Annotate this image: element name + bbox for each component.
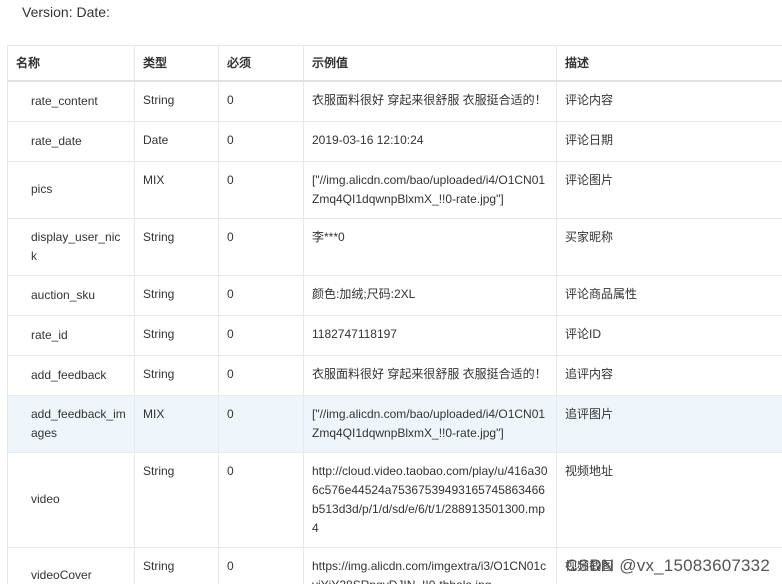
- cell-name: videoCover: [7, 546, 135, 584]
- cell-name: display_user_nick: [7, 217, 135, 276]
- cell-name: auction_sku: [7, 274, 135, 316]
- cell-required: 0: [218, 160, 304, 219]
- cell-description: 买家昵称: [556, 217, 782, 276]
- api-field-table: 名称 类型 必须 示例值 描述 rate_content String 0 衣服…: [7, 45, 782, 584]
- cell-description: 追评内容: [556, 354, 782, 396]
- cell-type: String: [134, 274, 219, 316]
- cell-description: 视频地址: [556, 451, 782, 548]
- cell-name: add_feedback_images: [7, 394, 135, 453]
- cell-type: String: [134, 451, 219, 548]
- cell-required: 0: [218, 394, 304, 453]
- cell-required: 0: [218, 451, 304, 548]
- cell-example: 2019-03-16 12:10:24: [303, 120, 557, 162]
- cell-required: 0: [218, 217, 304, 276]
- cell-required: 0: [218, 80, 304, 122]
- csdn-watermark: CSDN @vx_15083607332: [565, 556, 770, 575]
- cell-type: String: [134, 217, 219, 276]
- cell-description: 评论日期: [556, 120, 782, 162]
- cell-name: pics: [7, 160, 135, 219]
- cell-type: String: [134, 314, 219, 356]
- cell-example: 1182747118197: [303, 314, 557, 356]
- cell-example: 颜色:加绒;尺码:2XL: [303, 274, 557, 316]
- cell-name: rate_date: [7, 120, 135, 162]
- cell-description: 评论内容: [556, 80, 782, 122]
- table-row: rate_date Date 0 2019-03-16 12:10:24 评论日…: [7, 120, 782, 162]
- cell-description: 追评图片: [556, 394, 782, 453]
- cell-example: https://img.alicdn.com/imgextra/i3/O1CN0…: [303, 546, 557, 584]
- cell-example: ["//img.alicdn.com/bao/uploaded/i4/O1CN0…: [303, 394, 557, 453]
- table-row: auction_sku String 0 颜色:加绒;尺码:2XL 评论商品属性: [7, 274, 782, 316]
- cell-description: 评论图片: [556, 160, 782, 219]
- cell-type: Date: [134, 120, 219, 162]
- header-description: 描述: [556, 45, 782, 82]
- header-required: 必须: [218, 45, 304, 82]
- header-example: 示例值: [303, 45, 557, 82]
- table-row: pics MIX 0 ["//img.alicdn.com/bao/upload…: [7, 160, 782, 219]
- cell-required: 0: [218, 314, 304, 356]
- cell-example: 衣服面料很好 穿起来很舒服 衣服挺合适的！: [303, 80, 557, 122]
- cell-required: 0: [218, 120, 304, 162]
- cell-description: 评论商品属性: [556, 274, 782, 316]
- table-row: display_user_nick String 0 李***0 买家昵称: [7, 217, 782, 276]
- header-name: 名称: [7, 45, 135, 82]
- table-row: rate_id String 0 1182747118197 评论ID: [7, 314, 782, 356]
- cell-example: ["//img.alicdn.com/bao/uploaded/i4/O1CN0…: [303, 160, 557, 219]
- cell-name: rate_id: [7, 314, 135, 356]
- cell-type: MIX: [134, 160, 219, 219]
- version-date-line: Version: Date:: [22, 4, 110, 20]
- table-row: video String 0 http://cloud.video.taobao…: [7, 451, 782, 548]
- cell-example: 衣服面料很好 穿起来很舒服 衣服挺合适的！: [303, 354, 557, 396]
- table-row: rate_content String 0 衣服面料很好 穿起来很舒服 衣服挺合…: [7, 80, 782, 122]
- cell-name: video: [7, 451, 135, 548]
- cell-required: 0: [218, 354, 304, 396]
- cell-type: String: [134, 80, 219, 122]
- table-row: add_feedback String 0 衣服面料很好 穿起来很舒服 衣服挺合…: [7, 354, 782, 396]
- cell-required: 0: [218, 546, 304, 584]
- cell-example: 李***0: [303, 217, 557, 276]
- cell-type: String: [134, 354, 219, 396]
- cell-description: 评论ID: [556, 314, 782, 356]
- table-row-highlighted: add_feedback_images MIX 0 ["//img.alicdn…: [7, 394, 782, 453]
- cell-name: rate_content: [7, 80, 135, 122]
- header-type: 类型: [134, 45, 219, 82]
- cell-example: http://cloud.video.taobao.com/play/u/416…: [303, 451, 557, 548]
- cell-type: String: [134, 546, 219, 584]
- cell-required: 0: [218, 274, 304, 316]
- cell-type: MIX: [134, 394, 219, 453]
- cell-name: add_feedback: [7, 354, 135, 396]
- table-header-row: 名称 类型 必须 示例值 描述: [7, 45, 782, 82]
